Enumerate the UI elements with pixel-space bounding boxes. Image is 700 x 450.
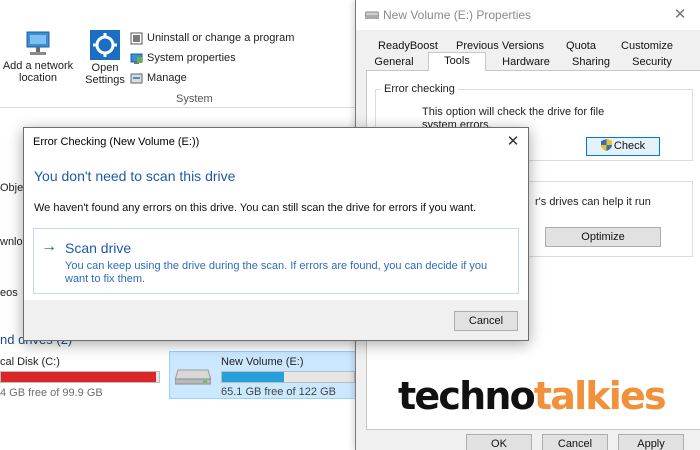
drive-icon (365, 11, 379, 19)
open-settings-button[interactable]: Open Settings (84, 30, 126, 86)
tab-general[interactable]: General (370, 54, 418, 71)
uninstall-icon (130, 32, 143, 44)
system-properties-icon (130, 53, 143, 64)
tab-quota[interactable]: Quota (561, 38, 601, 55)
drive-e-usage-bar (221, 371, 355, 383)
drive-e-free-space: 65.1 GB free of 122 GB (221, 386, 336, 398)
dialog-cancel-button[interactable]: Cancel (454, 311, 518, 331)
scan-drive-title: Scan drive (65, 240, 132, 256)
check-button[interactable]: Check (586, 137, 660, 156)
open-settings-label: Open Settings (85, 62, 125, 86)
tab-security[interactable]: Security (626, 54, 678, 71)
close-icon[interactable]: ✕ (502, 131, 524, 153)
watermark-part-techno: techno (398, 374, 536, 418)
scan-drive-description: You can keep using the drive during the … (65, 260, 488, 285)
nav-item[interactable]: eos (0, 287, 18, 299)
dialog-heading: You don't need to scan this drive (34, 168, 236, 184)
error-checking-dialog: Error Checking (New Volume (E:)) ✕ You d… (23, 127, 529, 341)
network-location-icon (26, 31, 50, 55)
cancel-button[interactable]: Cancel (542, 434, 608, 450)
tab-customize[interactable]: Customize (618, 38, 676, 55)
manage-icon (130, 73, 143, 83)
system-properties-label: System properties (147, 52, 236, 64)
gear-icon (90, 30, 120, 60)
drive-e-item[interactable]: New Volume (E:) 65.1 GB free of 122 GB (169, 351, 357, 399)
dialog-title: Error Checking (New Volume (E:)) (33, 136, 200, 148)
optimize-text: r's drives can help it run (535, 196, 651, 208)
drive-e-label: New Volume (E:) (221, 356, 304, 368)
drive-c-free-space: 4 GB free of 99.9 GB (0, 387, 103, 399)
tab-tools[interactable]: Tools (428, 52, 486, 71)
apply-button[interactable]: Apply (618, 434, 684, 450)
error-checking-legend: Error checking (381, 83, 458, 95)
optimize-button[interactable]: Optimize (545, 227, 661, 247)
system-properties-button[interactable]: System properties (130, 50, 236, 66)
nav-item[interactable]: wnlo (0, 236, 23, 248)
drive-c-label: cal Disk (C:) (0, 356, 60, 368)
manage-label: Manage (147, 72, 187, 84)
dialog-body-text: We haven't found any errors on this driv… (34, 202, 477, 214)
properties-titlebar[interactable]: New Volume (E:) Properties ✕ (356, 0, 700, 30)
technotalkies-watermark-logo: technotalkies (398, 372, 667, 420)
hard-drive-icon (175, 369, 211, 385)
scan-drive-option[interactable]: → Scan drive You can keep using the driv… (33, 228, 519, 294)
arrow-right-icon: → (41, 238, 57, 255)
close-icon[interactable]: ✕ (668, 5, 692, 25)
nav-item[interactable]: Obje (0, 182, 23, 194)
check-button-label: Check (613, 140, 646, 152)
add-network-location-label: Add a network location (2, 60, 74, 84)
ribbon: Add a network location Open Settings Uni… (0, 0, 360, 108)
ok-button[interactable]: OK (466, 434, 532, 450)
tab-hardware[interactable]: Hardware (496, 54, 556, 71)
tab-sharing[interactable]: Sharing (566, 54, 616, 71)
uninstall-label: Uninstall or change a program (147, 32, 295, 44)
drive-c-usage-fill (1, 372, 156, 382)
watermark-part-talkies: talkies (533, 374, 667, 418)
properties-title: New Volume (E:) Properties (383, 8, 532, 22)
dialog-footer: Cancel (24, 300, 528, 340)
add-network-location-button[interactable]: Add a network location (0, 30, 76, 84)
ribbon-group-label: System (176, 93, 213, 105)
drive-c-usage-bar (0, 371, 160, 383)
drive-e-usage-fill (222, 372, 285, 382)
error-checking-text-line1: This option will check the drive for fil… (422, 106, 605, 118)
uninstall-program-button[interactable]: Uninstall or change a program (130, 30, 294, 46)
manage-button[interactable]: Manage (130, 70, 187, 86)
uac-shield-icon (600, 139, 612, 151)
